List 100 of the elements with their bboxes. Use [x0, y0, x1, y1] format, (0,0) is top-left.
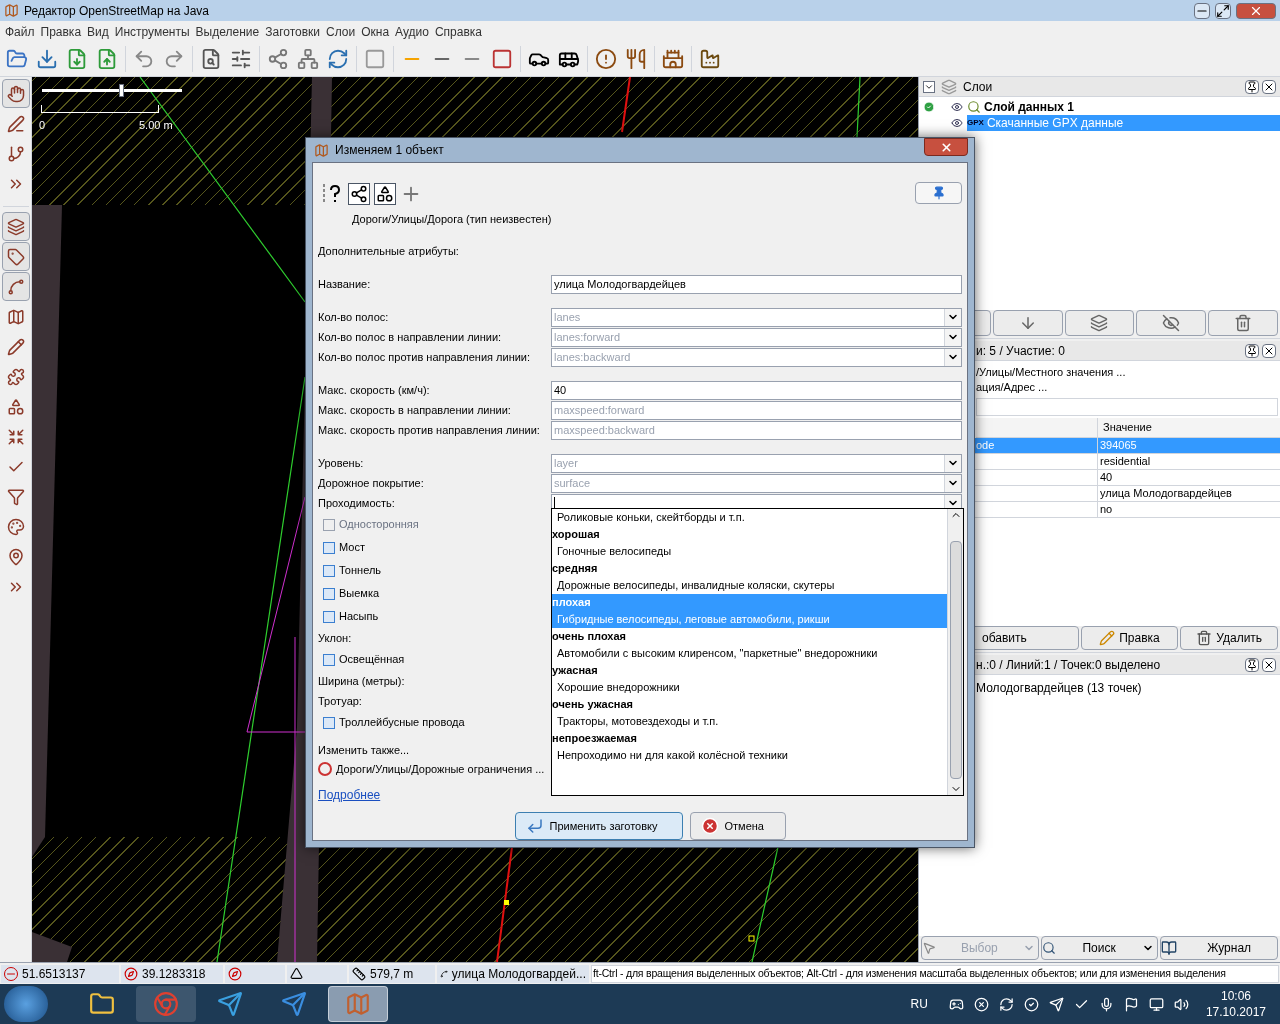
field-label: Дорожное покрытие:: [318, 475, 425, 491]
way-line[interactable]: [856, 77, 861, 138]
menu-item[interactable]: Аудио: [392, 22, 432, 41]
hand-icon[interactable]: [1, 79, 30, 108]
input-field[interactable]: 40: [551, 380, 962, 400]
preset-link[interactable]: /Улицы/Местного значения ...: [976, 364, 1280, 379]
tag-icon[interactable]: [1, 242, 30, 271]
menu-item[interactable]: Инструменты: [111, 22, 193, 41]
field-label: Проходимость:: [318, 495, 396, 511]
road-area[interactable]: [32, 932, 72, 962]
field-label: Ширина (метры):: [318, 673, 406, 689]
zoom-slider[interactable]: [42, 83, 182, 97]
search-icon: [1041, 941, 1056, 955]
pin-icon[interactable]: [1245, 343, 1259, 358]
cancel-button[interactable]: Отмена: [689, 812, 786, 840]
scale-label: 0: [39, 118, 46, 133]
scale-label: 5.00 m: [139, 118, 173, 133]
field-label: Макс. скорость (км/ч):: [318, 382, 431, 398]
checkbox-label: Насыпь: [339, 609, 379, 625]
monitor-icon[interactable]: [1148, 996, 1164, 1012]
option-title: средняя: [552, 561, 599, 576]
menu-item[interactable]: Окна: [358, 22, 393, 41]
minimize-icon[interactable]: [1194, 2, 1210, 19]
language-indicator[interactable]: RU: [910, 995, 928, 1013]
start-button[interactable]: [4, 986, 48, 1022]
way-line[interactable]: [751, 846, 779, 962]
field-placeholder: layer: [554, 455, 578, 471]
option-title: очень плохая: [552, 629, 627, 644]
checkbox[interactable]: [323, 653, 335, 666]
maximize-icon[interactable]: [1215, 2, 1231, 19]
menu-item[interactable]: Слои: [323, 22, 359, 41]
checkbox-label: Выемка: [339, 586, 380, 602]
paper-plane-icon[interactable]: [1048, 996, 1064, 1012]
selection-item[interactable]: Молодогвардейцев (13 точек): [976, 679, 1280, 697]
clock-time: 10:06: [1220, 988, 1251, 1004]
checkbox[interactable]: [323, 564, 335, 577]
area-icon: [374, 183, 396, 205]
layer-name: Скачанные GPX данные: [986, 115, 1124, 132]
layer-row[interactable]: Слой данных 1: [967, 99, 1280, 115]
slider-thumb[interactable]: [118, 83, 124, 97]
collapse-icon[interactable]: [923, 80, 935, 93]
panel-button[interactable]: Удалить: [1180, 626, 1278, 650]
way-line[interactable]: [496, 846, 513, 962]
layer-row[interactable]: GPX Скачанные GPX данные: [967, 115, 1280, 131]
menu-item[interactable]: Правка: [37, 22, 85, 41]
menu-item[interactable]: Вид: [84, 22, 112, 41]
preset-link[interactable]: ация/Адрес ...: [976, 379, 1280, 394]
more-link[interactable]: Подробнее: [318, 786, 381, 804]
pin-button[interactable]: [915, 182, 962, 204]
dropdown-option[interactable]: непроезжаемая Непроходимо ни для какой колёсной техники: [552, 730, 947, 764]
panel-button[interactable]: Поиск: [1040, 936, 1159, 960]
layer-tool-button[interactable]: [1208, 310, 1278, 336]
refresh-icon[interactable]: [998, 996, 1014, 1012]
menu-item[interactable]: Файл: [2, 22, 38, 41]
field-placeholder: maxspeed:backward: [554, 422, 655, 438]
dropdown-option[interactable]: очень ужасная Тракторы, мотовездеходы и т.п.: [552, 696, 947, 730]
pin-icon[interactable]: [1245, 79, 1259, 94]
volume-icon[interactable]: [1173, 996, 1189, 1012]
close-icon[interactable]: [1262, 657, 1276, 672]
spline-icon[interactable]: [1, 272, 30, 301]
input-field[interactable]: улица Молодогвардейцев: [551, 274, 962, 294]
layer-tool-button[interactable]: [1136, 310, 1207, 336]
menu-item[interactable]: Заготовки: [262, 22, 323, 41]
panel-button[interactable]: Журнал: [1160, 936, 1278, 960]
option-description: Автомобили с высоким клиренсом, "паркетные" внедорожники: [556, 646, 879, 661]
way-line[interactable]: [621, 77, 631, 133]
preset-link[interactable]: Дороги/Улицы/Дорожные ограничения ...: [336, 760, 545, 777]
eye-icon[interactable]: [951, 101, 963, 113]
checkbox[interactable]: [323, 716, 335, 729]
layer-tool-button[interactable]: [1064, 310, 1135, 336]
gamepad-icon[interactable]: [948, 996, 964, 1012]
filter-field[interactable]: [976, 398, 1278, 416]
eye-icon[interactable]: [951, 117, 963, 129]
flag-icon[interactable]: [1123, 996, 1139, 1012]
field-placeholder: surface: [554, 475, 591, 491]
layers-icon[interactable]: [1, 212, 30, 241]
checkbox[interactable]: [323, 541, 335, 554]
close-icon[interactable]: [1262, 79, 1276, 94]
pin-icon[interactable]: [1245, 657, 1259, 672]
checkbox[interactable]: [323, 587, 335, 600]
close-icon[interactable]: [1262, 343, 1276, 358]
mic-icon[interactable]: [1098, 996, 1114, 1012]
cancel-icon: [700, 817, 719, 835]
menu-item[interactable]: Выделение: [192, 22, 263, 41]
menu-item[interactable]: Справка: [431, 22, 486, 41]
field-placeholder: lanes:backward: [554, 349, 631, 365]
apply-button[interactable]: Применить заготовку: [514, 812, 683, 840]
column-header[interactable]: Значение: [1097, 418, 1280, 438]
dropdown-option[interactable]: средняя Дорожные велосипеды, инвалидные коляски, скутеры: [552, 560, 947, 594]
node-marker[interactable]: [504, 900, 509, 905]
panel-title: Слои: [963, 78, 993, 96]
longitude-value: 39.1283318: [142, 965, 206, 983]
close-button[interactable]: [924, 138, 968, 156]
panel-button[interactable]: Правка: [1080, 626, 1179, 650]
scrollbar[interactable]: [947, 509, 963, 795]
node-marker[interactable]: [748, 935, 755, 942]
paper-plane-icon: [217, 991, 243, 1017]
scroll-thumb[interactable]: [949, 541, 962, 779]
layer-tool-button[interactable]: [992, 310, 1063, 336]
checkbox[interactable]: [323, 610, 335, 623]
